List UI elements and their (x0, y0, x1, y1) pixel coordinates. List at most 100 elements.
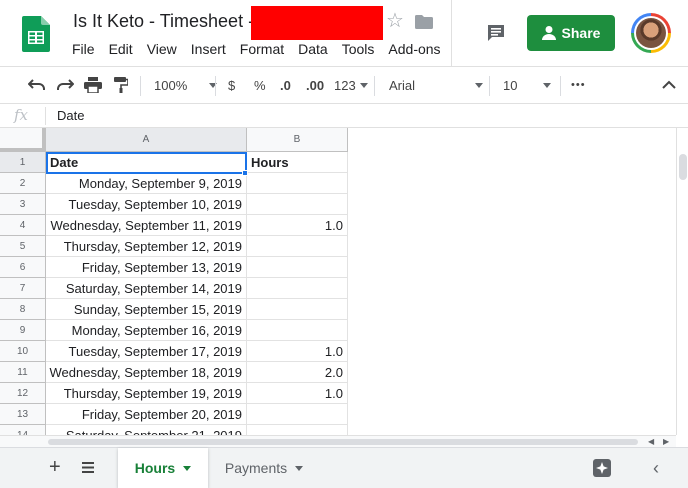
cell-b5[interactable] (247, 236, 348, 257)
currency-button[interactable]: $ (228, 67, 235, 103)
row-header[interactable]: 13 (0, 404, 46, 425)
cell-b8[interactable] (247, 299, 348, 320)
lock-icon (541, 26, 556, 40)
paint-format-icon[interactable] (114, 77, 128, 93)
cell-b2[interactable] (247, 173, 348, 194)
row-header[interactable]: 12 (0, 383, 46, 404)
folder-icon[interactable] (415, 15, 433, 29)
menu-add-ons[interactable]: Add-ons (388, 41, 440, 57)
cell-b12[interactable]: 1.0 (247, 383, 348, 404)
add-sheet-button[interactable]: + (49, 456, 61, 478)
row-header[interactable]: 11 (0, 362, 46, 383)
cell-a12[interactable]: Thursday, September 19, 2019 (46, 383, 247, 404)
horizontal-scrollbar[interactable]: ◀ ▶ (0, 435, 676, 447)
toolbar-separator (489, 76, 490, 96)
more-button[interactable]: ••• (571, 67, 586, 103)
vertical-scroll-thumb[interactable] (679, 154, 687, 180)
undo-icon[interactable] (28, 78, 46, 92)
chevron-left-icon[interactable]: ‹ (653, 458, 659, 478)
cell-b13[interactable] (247, 404, 348, 425)
table-row: 6 Friday, September 13, 2019 (0, 257, 676, 278)
cell-b7[interactable] (247, 278, 348, 299)
decrease-decimal-label: .0 (280, 77, 291, 93)
font-value: Arial (389, 77, 416, 93)
redaction-box (251, 6, 383, 40)
fill-handle[interactable] (242, 170, 248, 176)
cell-b3[interactable] (247, 194, 348, 215)
share-button[interactable]: Share (527, 15, 615, 51)
chevron-down-icon[interactable] (183, 465, 192, 471)
menu-insert[interactable]: Insert (191, 41, 226, 57)
row-header[interactable]: 7 (0, 278, 46, 299)
increase-decimal-button[interactable]: .00 (306, 67, 324, 103)
menu-data[interactable]: Data (298, 41, 328, 57)
print-icon[interactable] (84, 77, 102, 93)
currency-label: $ (228, 77, 236, 93)
cell-a5[interactable]: Thursday, September 12, 2019 (46, 236, 247, 257)
sheet-tab-payments[interactable]: Payments (210, 448, 318, 488)
row-header[interactable]: 8 (0, 299, 46, 320)
document-title[interactable]: Is It Keto - Timesheet - (73, 11, 254, 32)
font-select[interactable]: Arial (389, 67, 484, 103)
menu-edit[interactable]: Edit (109, 41, 133, 57)
row-header[interactable]: 3 (0, 194, 46, 215)
cell-b1[interactable]: Hours (247, 152, 348, 173)
cell-a14[interactable]: Saturday, September 21, 2019 (46, 425, 247, 435)
decrease-decimal-button[interactable]: .0 (280, 67, 291, 103)
explore-icon[interactable] (592, 458, 612, 478)
more-formats-select[interactable]: 123 (334, 67, 368, 103)
percent-button[interactable]: % (254, 67, 266, 103)
cell-b4[interactable]: 1.0 (247, 215, 348, 236)
zoom-select[interactable]: 100% (154, 67, 218, 103)
chevron-down-icon (209, 82, 218, 88)
cell-b6[interactable] (247, 257, 348, 278)
row-header[interactable]: 6 (0, 257, 46, 278)
cell-b10[interactable]: 1.0 (247, 341, 348, 362)
menu-view[interactable]: View (147, 41, 177, 57)
chevron-down-icon[interactable] (295, 465, 304, 471)
more-icon: ••• (571, 79, 586, 91)
fx-icon: fx (14, 106, 29, 124)
row-header[interactable]: 2 (0, 173, 46, 194)
cell-a1[interactable]: Date (46, 152, 247, 173)
column-header-b[interactable]: B (247, 128, 348, 152)
cell-a4[interactable]: Wednesday, September 11, 2019 (46, 215, 247, 236)
sheets-logo-icon[interactable] (22, 16, 50, 52)
avatar[interactable] (631, 13, 671, 53)
cell-b11[interactable]: 2.0 (247, 362, 348, 383)
formula-input[interactable]: Date (57, 108, 84, 123)
cell-a3[interactable]: Tuesday, September 10, 2019 (46, 194, 247, 215)
sheet-tab-hours[interactable]: Hours (118, 448, 208, 488)
font-size-select[interactable]: 10 (503, 67, 552, 103)
chevron-up-icon[interactable] (662, 80, 676, 90)
cell-a13[interactable]: Friday, September 20, 2019 (46, 404, 247, 425)
row-header[interactable]: 9 (0, 320, 46, 341)
row-header[interactable]: 4 (0, 215, 46, 236)
cell-a8[interactable]: Sunday, September 15, 2019 (46, 299, 247, 320)
cell-a11[interactable]: Wednesday, September 18, 2019 (46, 362, 247, 383)
row-header[interactable]: 14 (0, 425, 46, 435)
cell-b9[interactable] (247, 320, 348, 341)
star-icon[interactable]: ☆ (386, 10, 404, 32)
table-row: 12 Thursday, September 19, 2019 1.0 (0, 383, 676, 404)
cell-a9[interactable]: Monday, September 16, 2019 (46, 320, 247, 341)
menu-format[interactable]: Format (240, 41, 284, 57)
vertical-scrollbar[interactable] (676, 128, 688, 435)
all-sheets-icon[interactable] (82, 462, 94, 473)
menu-file[interactable]: File (72, 41, 95, 57)
select-all-corner[interactable] (0, 128, 46, 152)
cell-a7[interactable]: Saturday, September 14, 2019 (46, 278, 247, 299)
cell-a2[interactable]: Monday, September 9, 2019 (46, 173, 247, 194)
row-header[interactable]: 1 (0, 152, 46, 173)
redo-icon[interactable] (56, 78, 74, 92)
horizontal-scroll-thumb[interactable] (48, 439, 638, 445)
menu-tools[interactable]: Tools (342, 41, 375, 57)
cell-a10[interactable]: Tuesday, September 17, 2019 (46, 341, 247, 362)
cell-a6[interactable]: Friday, September 13, 2019 (46, 257, 247, 278)
column-header-a[interactable]: A (46, 128, 247, 152)
share-button-label: Share (561, 25, 601, 41)
comment-icon[interactable] (486, 23, 506, 43)
row-header[interactable]: 5 (0, 236, 46, 257)
cell-b14[interactable] (247, 425, 348, 435)
row-header[interactable]: 10 (0, 341, 46, 362)
